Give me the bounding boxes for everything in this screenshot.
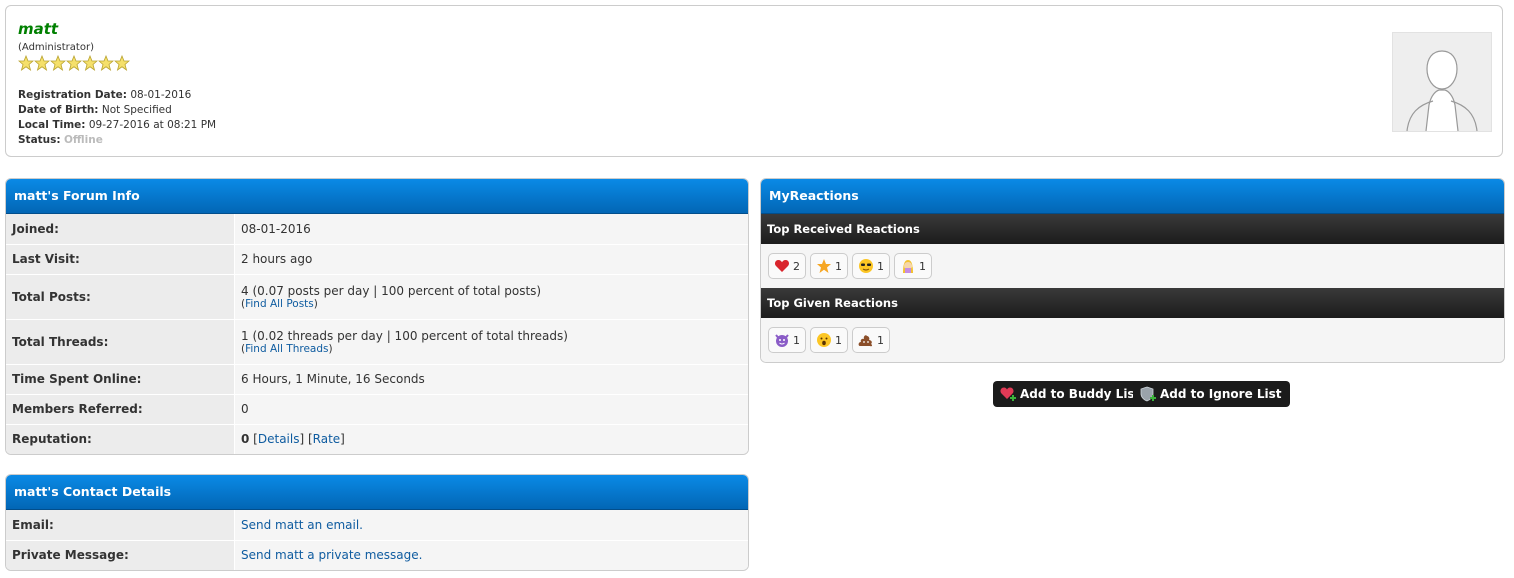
joined-label: Joined: [6,214,235,245]
total-posts-value: 4 (0.07 posts per day | 100 percent of t… [241,283,542,298]
username[interactable]: matt [18,20,58,38]
localtime-label: Local Time: [18,119,86,131]
members-referred-label: Members Referred: [6,394,235,425]
table-row: Email: Send matt an email. [6,510,748,541]
star-icon [98,55,114,71]
avatar [1392,32,1492,132]
send-email-link[interactable]: Send matt an email. [241,518,363,532]
add-to-ignore-list-button[interactable]: Add to Ignore List [1133,381,1290,407]
table-row: Total Threads: 1 (0.02 threads per day |… [6,319,748,365]
send-pm-link[interactable]: Send matt a private message. [241,548,422,562]
last-visit-value: 2 hours ago [234,244,748,275]
forum-info-table: Joined: 08-01-2016 Last Visit: 2 hours a… [6,214,748,454]
add-to-buddy-list-label: Add to Buddy List [1020,387,1141,401]
contact-panel: matt's Contact Details Email: Send matt … [5,474,749,571]
table-row: Last Visit: 2 hours ago [6,244,748,275]
user-stars [18,55,130,71]
user-title: (Administrator) [18,42,94,53]
reaction-count: 1 [877,333,884,347]
email-label: Email: [6,510,235,541]
reactions-panel: MyReactions Top Received Reactions 2 1 1… [760,178,1505,363]
add-to-ignore-list-label: Add to Ignore List [1160,387,1282,401]
sunglasses-face-icon [859,259,873,273]
total-threads-cell: 1 (0.02 threads per day | 100 percent of… [234,319,748,365]
reactions-title: MyReactions [761,179,1504,214]
devil-face-icon [775,334,789,347]
status-label: Status: [18,134,61,146]
reputation-label: Reputation: [6,424,235,454]
profile-header: matt (Administrator) Registration Date: … [5,5,1503,157]
star-icon [18,55,34,71]
reaction-item[interactable]: 1 [852,327,890,353]
reaction-item[interactable]: 1 [852,253,890,279]
table-row: Reputation: 0 [Details] [Rate] [6,424,748,454]
reputation-rate-link[interactable]: Rate [313,432,341,446]
reputation-details-link[interactable]: Details [258,432,300,446]
reaction-count: 1 [919,259,926,273]
joined-value: 08-01-2016 [234,214,748,245]
default-avatar-icon [1406,50,1478,132]
given-reactions-row: 1 1 1 [761,318,1504,362]
reaction-count: 1 [835,259,842,273]
star-icon [50,55,66,71]
surprised-face-icon [817,333,831,347]
reaction-item[interactable]: 1 [768,327,806,353]
table-row: Time Spent Online: 6 Hours, 1 Minute, 16… [6,364,748,395]
shield-plus-icon [1140,386,1156,402]
total-threads-value: 1 (0.02 threads per day | 100 percent of… [241,328,568,343]
contact-title: matt's Contact Details [6,475,748,510]
status-value: Offline [63,134,103,146]
time-online-label: Time Spent Online: [6,364,235,395]
profile-details: Registration Date: 08-01-2016 Date of Bi… [18,88,216,148]
reputation-value: 0 [241,432,250,446]
table-row: Joined: 08-01-2016 [6,214,748,245]
add-to-buddy-list-button[interactable]: Add to Buddy List [993,381,1149,407]
star-icon [34,55,50,71]
table-row: Members Referred: 0 [6,394,748,425]
star-icon [114,55,130,71]
heart-icon [774,260,790,272]
localtime-value: 09-27-2016 at 08:21 PM [88,119,217,131]
received-reactions-title: Top Received Reactions [761,214,1504,244]
time-online-value: 6 Hours, 1 Minute, 16 Seconds [234,364,748,395]
registration-label: Registration Date: [18,89,127,101]
table-row: Private Message: Send matt a private mes… [6,540,748,570]
total-threads-label: Total Threads: [6,319,235,365]
registration-value: 08-01-2016 [130,89,192,101]
forum-info-panel: matt's Forum Info Joined: 08-01-2016 Las… [5,178,749,455]
reaction-item[interactable]: 1 [810,253,848,279]
reaction-count: 1 [835,333,842,347]
reaction-item[interactable]: 1 [894,253,932,279]
find-all-posts-link[interactable]: Find All Posts [245,298,314,310]
forum-info-title: matt's Forum Info [6,179,748,214]
dob-label: Date of Birth: [18,104,99,116]
reaction-item[interactable]: 1 [810,327,848,353]
last-visit-label: Last Visit: [6,244,235,275]
poop-icon [858,335,873,347]
reaction-count: 1 [877,259,884,273]
star-icon [817,259,831,273]
heart-plus-icon [1000,387,1016,401]
find-all-threads-link[interactable]: Find All Threads [245,343,328,355]
given-reactions-title: Top Given Reactions [761,288,1504,318]
facepalm-woman-icon [903,260,913,273]
total-posts-label: Total Posts: [6,274,235,320]
reaction-item[interactable]: 2 [768,253,806,279]
total-posts-cell: 4 (0.07 posts per day | 100 percent of t… [234,274,748,320]
reaction-count: 2 [793,259,800,273]
table-row: Total Posts: 4 (0.07 posts per day | 100… [6,274,748,320]
contact-table: Email: Send matt an email. Private Messa… [6,510,748,570]
received-reactions-row: 2 1 1 1 [761,244,1504,288]
reaction-count: 1 [793,333,800,347]
members-referred-value: 0 [234,394,748,425]
pm-label: Private Message: [6,540,235,570]
dob-value: Not Specified [101,104,172,116]
star-icon [82,55,98,71]
reputation-cell: 0 [Details] [Rate] [234,424,748,454]
star-icon [66,55,82,71]
